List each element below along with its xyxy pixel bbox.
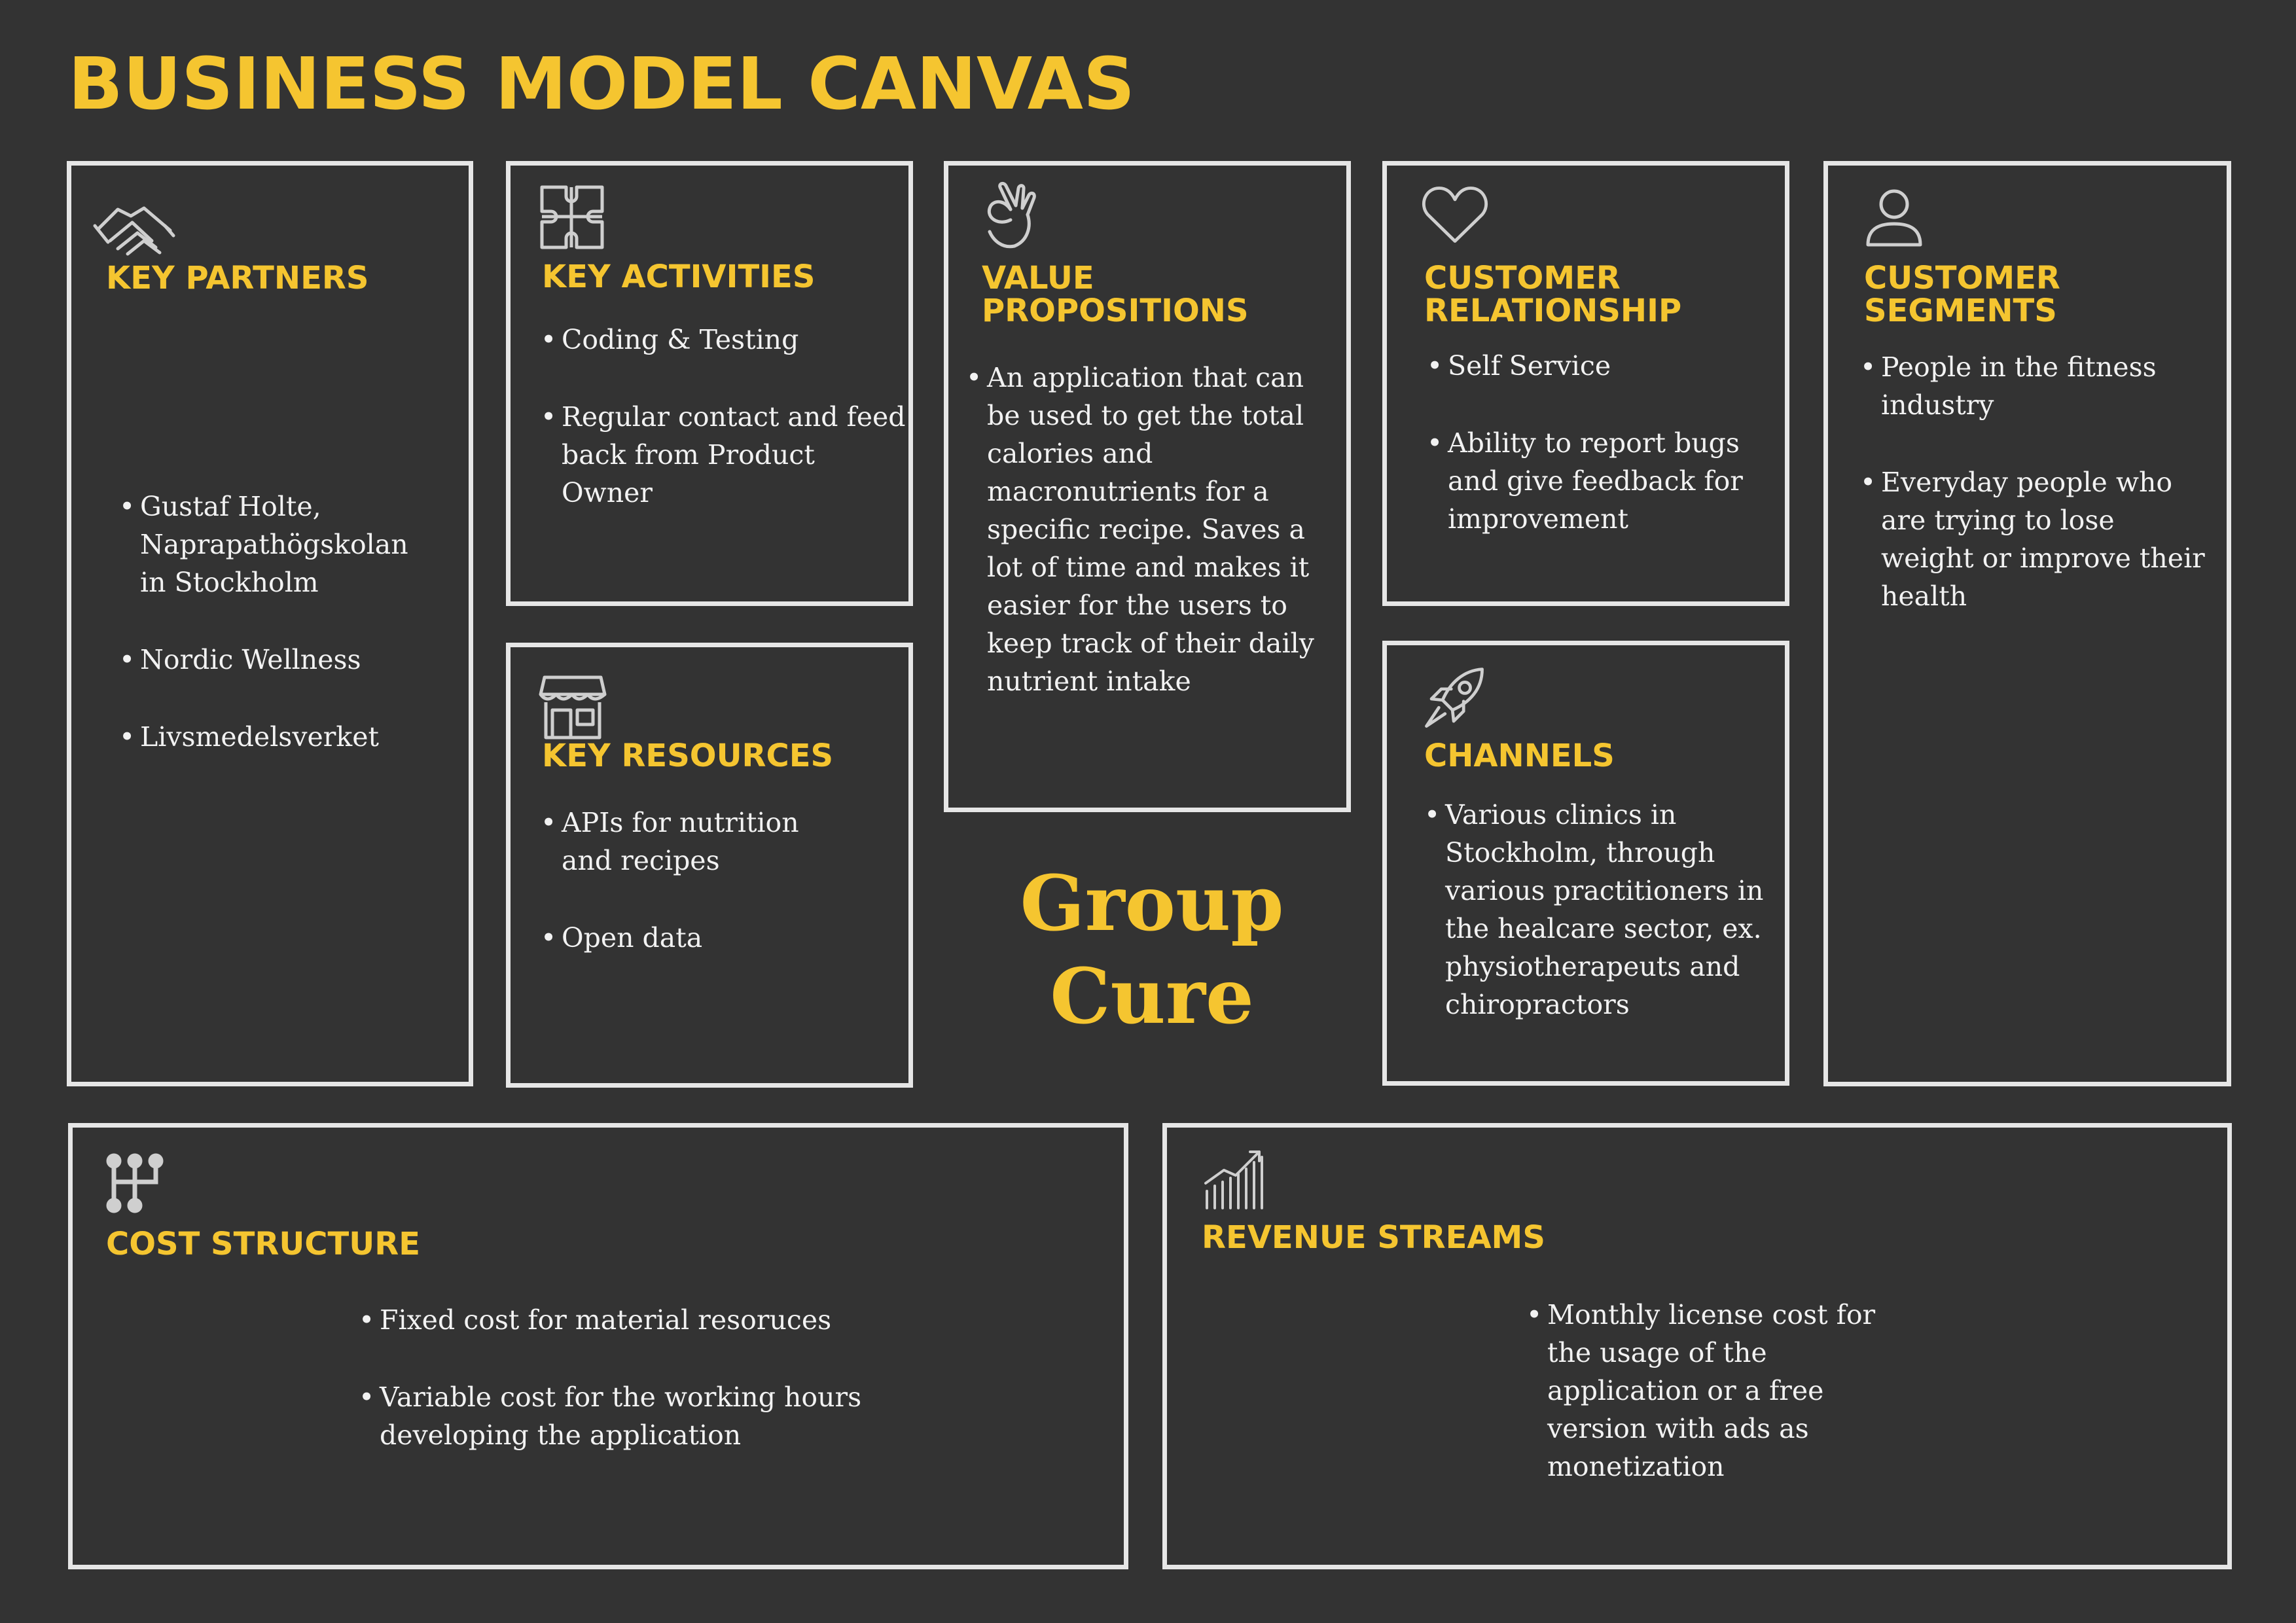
key-partners-list: Gustaf Holte, Naprapathögskolan in Stock… — [119, 488, 433, 795]
list-item: Various clinics in Stockholm, through va… — [1424, 796, 1778, 1024]
heart-icon — [1420, 182, 1490, 247]
cost-structure-heading: COST STRUCTURE — [106, 1226, 420, 1262]
user-icon — [1864, 186, 1924, 249]
customer-segments-heading: CUSTOMER SEGMENTS — [1864, 260, 2060, 329]
page-title: BUSINESS MODEL CANVAS — [68, 42, 1136, 126]
key-activities-list: Coding & Testing Regular contact and fee… — [541, 321, 907, 551]
list-item: Variable cost for the working hours deve… — [359, 1378, 948, 1454]
list-item: Open data — [541, 919, 816, 957]
list-item: People in the fitness industry — [1860, 348, 2214, 424]
ok-hand-icon — [971, 181, 1043, 253]
value-propositions-heading: VALUE PROPOSITIONS — [982, 260, 1249, 329]
channels-list: Various clinics in Stockholm, through va… — [1424, 796, 1778, 1063]
team-name-line-2: Cure — [1050, 952, 1254, 1041]
customer-segments-list: People in the fitness industry Everyday … — [1860, 348, 2214, 654]
list-item: Ability to report bugs and give feedback… — [1427, 424, 1767, 538]
revenue-streams-list: Monthly license cost for the usage of th… — [1526, 1296, 1893, 1525]
handshake-icon — [92, 190, 177, 262]
revenue-streams-heading: REVENUE STREAMS — [1202, 1219, 1545, 1256]
list-item: Self Service — [1427, 347, 1767, 385]
key-resources-list: APIs for nutrition and recipes Open data — [541, 804, 816, 996]
list-item: Gustaf Holte, Naprapathögskolan in Stock… — [119, 488, 433, 601]
hierarchy-icon — [103, 1152, 166, 1215]
customer-relationship-heading: CUSTOMER RELATIONSHIP — [1424, 260, 1682, 329]
list-item: Monthly license cost for the usage of th… — [1526, 1296, 1893, 1486]
store-icon — [537, 671, 609, 743]
rocket-icon — [1420, 662, 1488, 734]
list-item: Livsmedelsverket — [119, 718, 433, 756]
list-item: Everyday people who are trying to lose w… — [1860, 463, 2214, 615]
key-activities-heading: KEY ACTIVITIES — [542, 259, 816, 295]
list-item: Nordic Wellness — [119, 641, 433, 679]
list-item: An application that can be used to get t… — [966, 359, 1333, 700]
team-name-line-1: Group — [1020, 859, 1284, 948]
value-propositions-list: An application that can be used to get t… — [966, 359, 1333, 740]
list-item: Fixed cost for material resoruces — [359, 1301, 948, 1339]
channels-heading: CHANNELS — [1424, 738, 1615, 774]
customer-relationship-list: Self Service Ability to report bugs and … — [1427, 347, 1767, 577]
growth-chart-icon — [1202, 1145, 1265, 1211]
list-item: Coding & Testing — [541, 321, 907, 359]
key-resources-heading: KEY RESOURCES — [542, 738, 834, 774]
list-item: APIs for nutrition and recipes — [541, 804, 816, 880]
cost-structure-list: Fixed cost for material resoruces Variab… — [359, 1301, 948, 1493]
puzzle-icon — [537, 182, 609, 254]
key-partners-heading: KEY PARTNERS — [106, 260, 369, 296]
list-item: Regular contact and feed back from Produ… — [541, 398, 907, 512]
team-name: Group Cure — [942, 857, 1361, 1043]
